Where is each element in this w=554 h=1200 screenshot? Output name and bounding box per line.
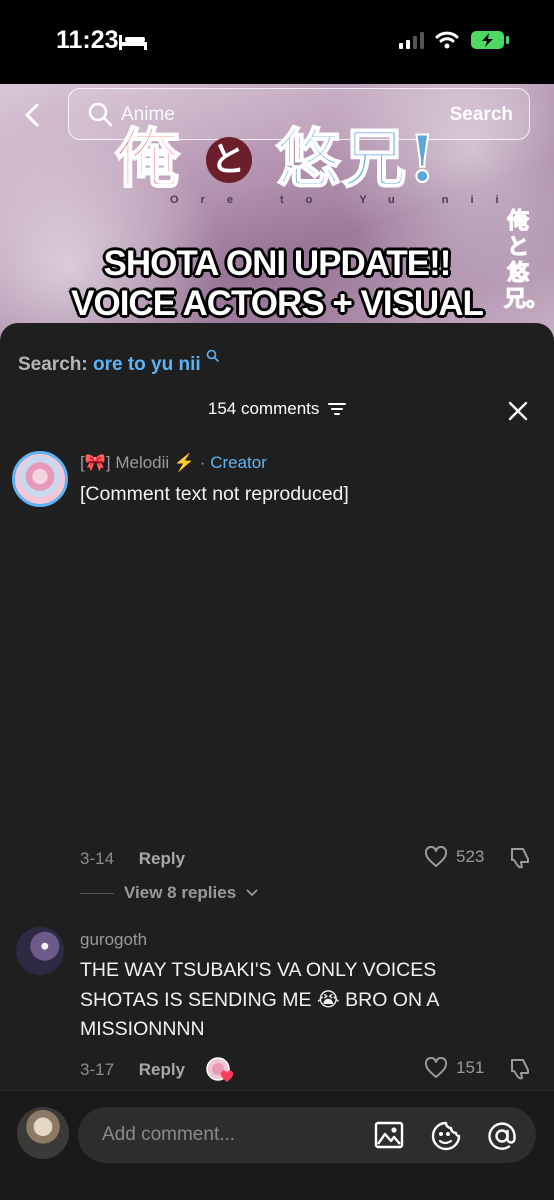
comment-author[interactable]: [🎀] Melodii ⚡️ · Creator	[80, 453, 267, 473]
status-indicators	[399, 30, 510, 50]
like-button[interactable]: 523	[424, 846, 484, 868]
comment-text: THE WAY TSUBAKI'S VA ONLY VOICES SHOTAS …	[80, 959, 439, 1040]
anime-logo: 俺 と 悠兄!	[0, 122, 554, 197]
chevron-down-icon	[246, 889, 258, 897]
battery-icon	[471, 31, 509, 49]
avatar[interactable]	[16, 927, 64, 975]
related-search-term[interactable]: ore to yu nii	[93, 354, 201, 375]
sleep-mode-icon	[119, 35, 147, 50]
view-replies-label[interactable]: View 8 replies	[124, 883, 236, 903]
like-button[interactable]: 151	[424, 1057, 484, 1079]
logo-romaji: Ore to Yu nii	[170, 194, 521, 206]
comment-author[interactable]: gurogoth	[80, 930, 147, 950]
search-button[interactable]: Search	[450, 104, 513, 126]
side-logo-1: 俺	[506, 208, 529, 235]
related-search-prefix: Search:	[18, 354, 93, 375]
creator-liked-avatar-icon	[206, 1057, 234, 1082]
user-avatar[interactable]	[17, 1107, 69, 1159]
comment-text: [Comment text not reproduced]	[80, 483, 349, 505]
reply-button[interactable]: Reply	[139, 1060, 185, 1079]
comment-date: 3-17	[80, 1060, 115, 1079]
comment-meta: 3-17 Reply	[80, 1060, 185, 1080]
related-search[interactable]: Search: ore to yu nii	[18, 349, 219, 376]
wifi-icon	[435, 31, 459, 49]
heart-icon	[424, 1057, 448, 1078]
video-headline-line-2: VOICE ACTORS + VISUAL	[71, 284, 484, 323]
mention-icon[interactable]	[486, 1120, 518, 1152]
dislike-icon[interactable]	[508, 846, 532, 870]
status-time: 11:23	[56, 26, 119, 54]
author-name[interactable]: [🎀] Melodii ⚡️ ·	[80, 453, 205, 472]
replies-divider	[80, 892, 114, 894]
heart-icon	[424, 846, 448, 867]
emoji-icon[interactable]	[430, 1120, 462, 1152]
comment-date: 3-14	[80, 849, 115, 868]
comments-count: 154 comments	[207, 399, 320, 418]
video-thumbnail[interactable]: Anime Search 俺 と 悠兄! Ore to Yu nii 俺 と 悠…	[0, 84, 554, 344]
comments-header: 154 comments	[0, 399, 554, 419]
close-icon[interactable]	[508, 401, 528, 421]
view-replies-button[interactable]: View 8 replies	[80, 883, 258, 903]
add-comment-placeholder: Add comment...	[102, 1124, 236, 1145]
search-small-icon	[206, 349, 219, 362]
status-bar: 11:23	[0, 0, 554, 84]
image-icon[interactable]	[374, 1120, 404, 1150]
avatar[interactable]	[12, 451, 68, 507]
like-count: 523	[456, 847, 485, 866]
creator-badge: Creator	[210, 453, 267, 472]
logo-part-3: 悠兄!	[275, 122, 439, 197]
video-headline-line-1: SHOTA ONI UPDATE!!	[103, 244, 452, 283]
comment-composer: Add comment...	[0, 1090, 554, 1200]
sort-icon[interactable]	[328, 402, 347, 416]
reply-button[interactable]: Reply	[139, 849, 185, 868]
comments-sheet: Search: ore to yu nii 154 comments [🎀] M…	[0, 323, 554, 1200]
comment-meta: 3-14 Reply	[80, 849, 185, 869]
add-comment-input[interactable]: Add comment...	[78, 1107, 536, 1163]
logo-part-1: 俺	[115, 122, 182, 197]
signal-icon	[399, 31, 424, 49]
dislike-icon[interactable]	[508, 1057, 532, 1081]
like-count: 151	[456, 1058, 485, 1077]
logo-part-2: と	[205, 137, 252, 183]
